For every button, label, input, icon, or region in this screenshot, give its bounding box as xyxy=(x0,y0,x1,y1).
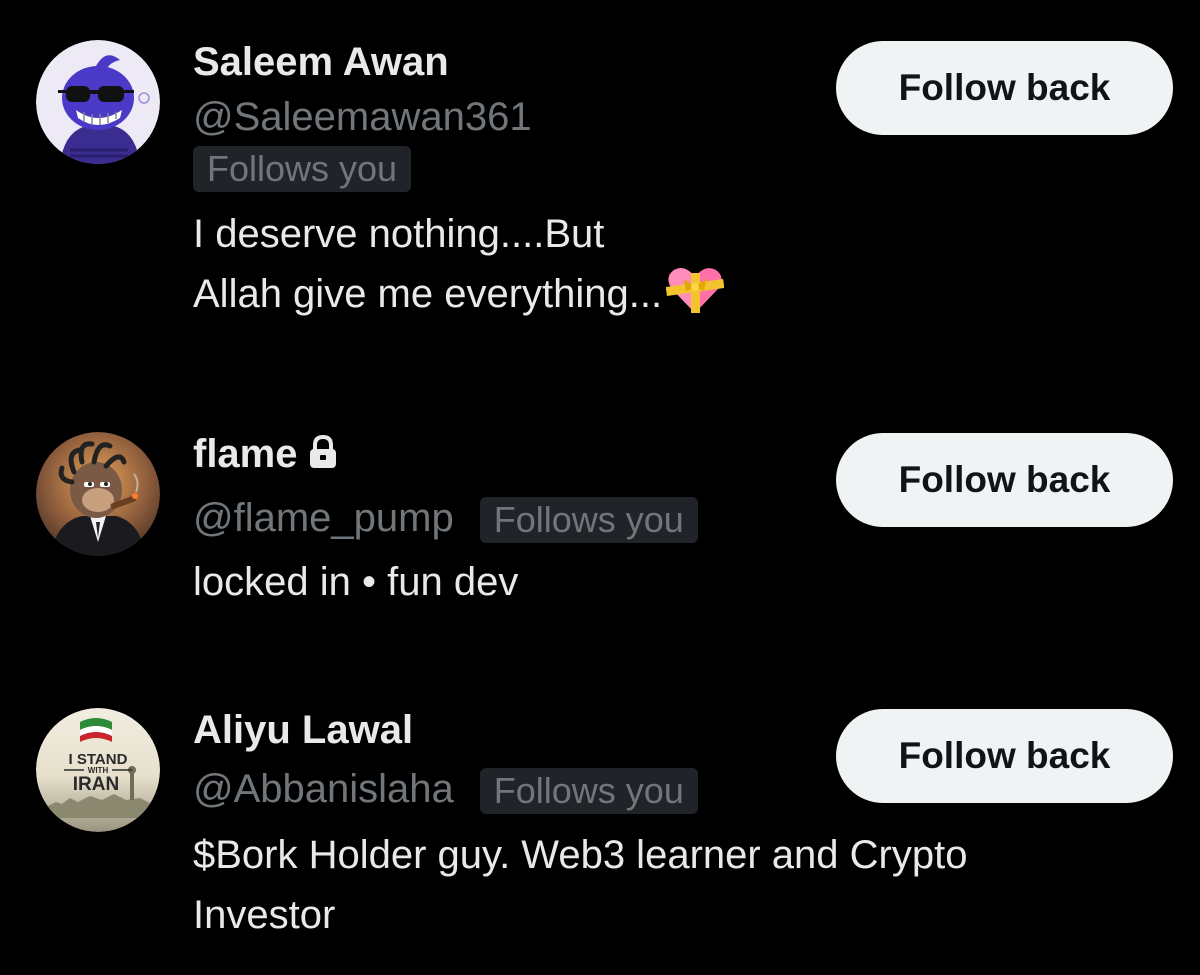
avatar-image xyxy=(36,432,160,556)
bio-line: $Bork Holder guy. Web3 learner and Crypt… xyxy=(193,833,968,877)
bio-line: Allah give me everything... xyxy=(193,272,663,316)
avatar-text-line: IRAN xyxy=(73,774,119,795)
bio-line-with-emoji: Allah give me everything... xyxy=(193,264,1140,332)
follows-you-row: Follows you xyxy=(193,146,1140,192)
user-bio: locked in • fun dev xyxy=(193,560,519,604)
follow-back-button[interactable]: Follow back xyxy=(836,433,1173,527)
user-handle: @flame_pump xyxy=(193,496,454,540)
follow-back-button[interactable]: Follow back xyxy=(836,41,1173,135)
follows-you-badge: Follows you xyxy=(193,146,412,192)
bio-line: Investor xyxy=(193,893,336,937)
bio-line: I deserve nothing....But xyxy=(193,212,605,256)
avatar[interactable]: I STAND WITH IRAN xyxy=(36,708,160,832)
avatar[interactable] xyxy=(36,432,160,556)
user-bio: I deserve nothing....But Allah give me e… xyxy=(193,204,1140,332)
user-cell-aliyu[interactable]: I STAND WITH IRAN Aliyu Lawal @Abbanisla… xyxy=(0,680,1200,975)
follows-you-badge: Follows you xyxy=(479,768,698,815)
display-name: flame xyxy=(193,432,298,476)
user-bio: $Bork Holder guy. Web3 learner and Crypt… xyxy=(193,825,1140,945)
user-cell-flame[interactable]: flame @flame_pump Follows you locked in •… xyxy=(0,400,1200,680)
avatar[interactable] xyxy=(36,40,160,164)
heart-with-ribbon-icon xyxy=(665,265,725,332)
user-handle: @Saleemawan361 xyxy=(193,95,532,139)
follow-back-button[interactable]: Follow back xyxy=(836,709,1173,803)
avatar-image: I STAND WITH IRAN xyxy=(36,708,160,832)
user-handle: @Abbanislaha xyxy=(193,767,454,811)
follows-you-badge: Follows you xyxy=(479,497,698,544)
avatar-image xyxy=(36,40,160,164)
user-cell-saleem[interactable]: Saleem Awan @Saleemawan361 Follows you I… xyxy=(0,0,1200,400)
followers-list: Saleem Awan @Saleemawan361 Follows you I… xyxy=(0,0,1200,975)
lock-icon xyxy=(308,432,338,480)
